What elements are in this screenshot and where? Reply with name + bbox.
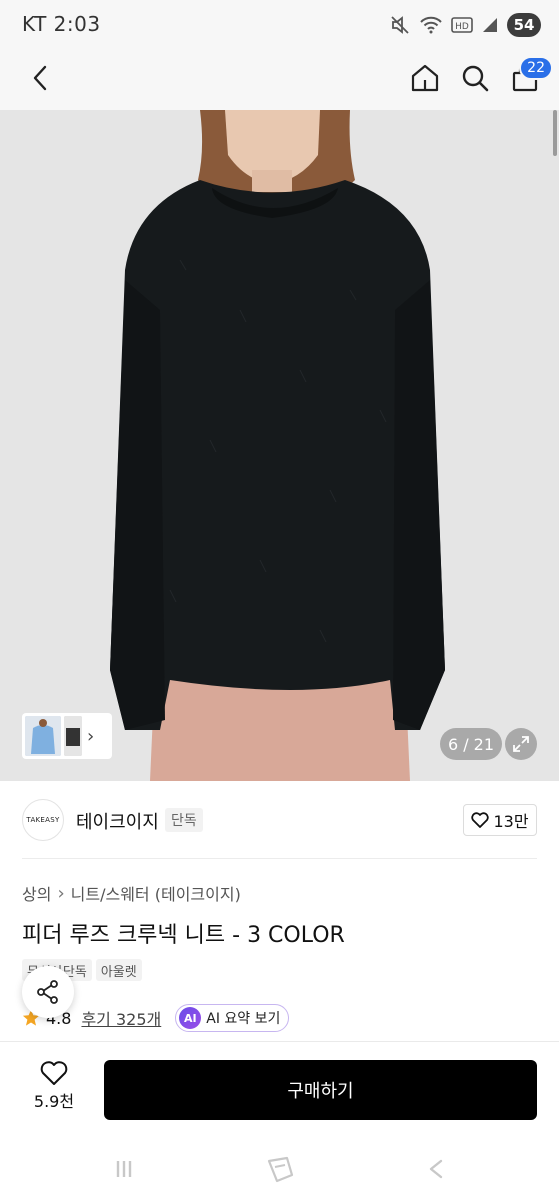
search-icon	[462, 65, 489, 92]
ai-badge: AI	[179, 1007, 202, 1029]
wifi-icon	[419, 15, 443, 35]
thumbnail-strip[interactable]: ›	[22, 713, 112, 759]
thumbnail-image[interactable]	[25, 716, 61, 756]
share-icon	[37, 980, 58, 1004]
home-gesture-icon	[267, 1156, 294, 1183]
back-button[interactable]	[22, 60, 58, 96]
purchase-bar: 5.9천 구매하기	[0, 1041, 559, 1138]
ai-summary-label: AI 요약 보기	[206, 1011, 281, 1027]
status-time: KT 2:03	[22, 12, 101, 36]
heart-icon	[471, 812, 490, 828]
brand-logo[interactable]: TAKEASY	[22, 799, 64, 841]
svg-text:HD: HD	[455, 22, 469, 32]
expand-button[interactable]	[505, 728, 537, 760]
expand-icon	[513, 736, 529, 752]
app-bar: 22	[0, 48, 559, 110]
image-counter: 6 / 21	[440, 728, 502, 760]
mute-icon	[389, 15, 411, 35]
search-button[interactable]	[457, 58, 493, 98]
back-nav-button[interactable]	[416, 1152, 456, 1186]
brand-like-button[interactable]: 13만	[463, 804, 537, 836]
hd-icon: HD	[451, 16, 473, 34]
recent-apps-button[interactable]	[104, 1152, 144, 1186]
heart-icon	[40, 1061, 68, 1085]
wishlist-count: 5.9천	[33, 1092, 75, 1111]
status-icons: HD 54	[389, 12, 541, 38]
signal-icon	[481, 16, 499, 34]
system-nav-bar	[0, 1138, 559, 1200]
product-tag: 아울렛	[95, 959, 142, 981]
sweater-photo	[0, 110, 559, 781]
brand-like-count: 13만	[493, 812, 529, 831]
breadcrumb-category[interactable]: 상의	[22, 881, 51, 905]
product-image[interactable]	[0, 110, 559, 781]
cart-count-badge: 22	[519, 56, 553, 80]
scroll-indicator	[553, 110, 557, 156]
home-icon	[411, 64, 439, 92]
brand-name[interactable]: 테이크이지	[76, 808, 159, 834]
brand-exclusive-tag: 단독	[165, 808, 203, 832]
thumbnail-image[interactable]	[64, 716, 82, 756]
battery-badge: 54	[507, 13, 541, 37]
cart-button[interactable]: 22	[507, 56, 553, 98]
home-nav-button[interactable]	[260, 1152, 300, 1186]
product-title: 피더 루즈 크루넥 니트 - 3 COLOR	[22, 923, 345, 948]
back-arrow-icon	[429, 1159, 443, 1179]
top-actions: 22	[407, 56, 553, 98]
recent-apps-icon	[116, 1161, 132, 1177]
review-count-link[interactable]: 후기 325개	[81, 1006, 161, 1030]
home-button[interactable]	[407, 58, 443, 98]
breadcrumb: 상의 › 니트/스웨터 (테이크이지)	[22, 881, 241, 905]
share-button[interactable]	[22, 966, 74, 1018]
chevron-right-icon: ›	[57, 882, 65, 904]
breadcrumb-subcategory[interactable]: 니트/스웨터 (테이크이지)	[71, 881, 241, 905]
status-bar: KT 2:03 HD 54	[0, 0, 559, 48]
brand-row: TAKEASY 테이크이지 단독 13만	[0, 781, 559, 859]
chevron-right-icon: ›	[87, 725, 95, 747]
chevron-left-icon	[33, 65, 47, 91]
wishlist-button[interactable]: 5.9천	[22, 1060, 86, 1120]
divider	[22, 858, 537, 859]
ai-summary-button[interactable]: AI AI 요약 보기	[175, 1004, 290, 1032]
buy-button[interactable]: 구매하기	[104, 1060, 537, 1120]
